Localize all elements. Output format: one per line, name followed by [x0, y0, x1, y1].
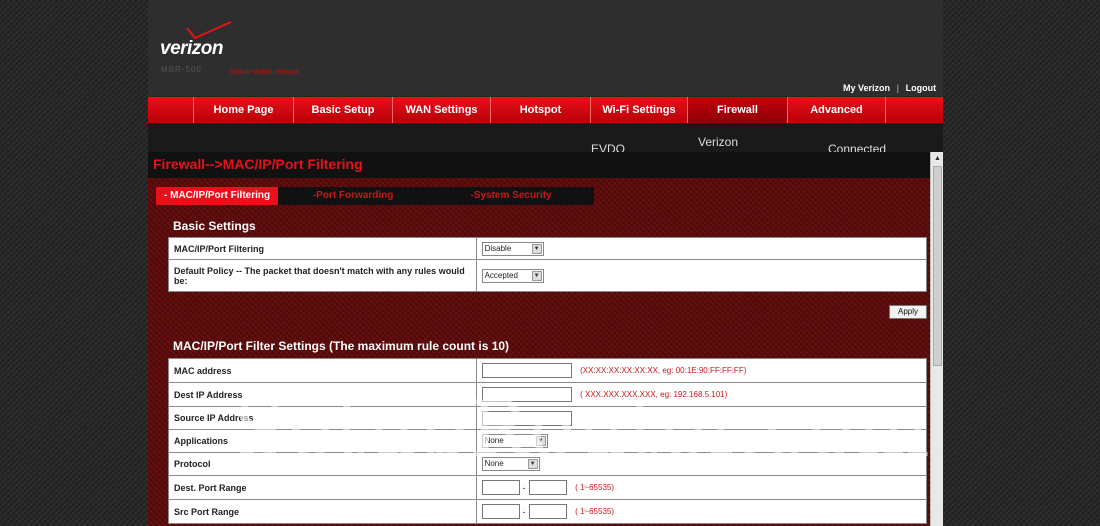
nav-firewall[interactable]: Firewall	[688, 97, 788, 123]
mac-address-cell: (XX:XX:XX:XX:XX:XX, eg: 00:1E:90:FF:FF:F…	[475, 358, 928, 383]
main-nav: Home Page Basic Setup WAN Settings Hotsp…	[148, 97, 943, 123]
default-policy-select-value: Accepted	[484, 270, 518, 280]
table-row: Dest. Port Range - ( 1~65535)	[168, 475, 928, 500]
basic-settings-title: Basic Settings	[173, 219, 256, 233]
table-row: Dest IP Address ( XXX.XXX.XXX.XXX, eg: 1…	[168, 382, 928, 407]
nav-basic-setup[interactable]: Basic Setup	[294, 97, 393, 123]
status-strip: EVDO Verizon Connected	[148, 123, 943, 153]
applications-label: Applications	[168, 429, 477, 453]
protocol-select-value: None	[484, 459, 504, 468]
table-row: Applications None ▼	[168, 429, 928, 453]
tab-port-forwarding[interactable]: -Port Forwarding	[278, 187, 428, 205]
dest-port-hint: ( 1~65535)	[575, 483, 615, 492]
tab-mac-ip-port-filtering[interactable]: - MAC/IP/Port Filtering	[156, 187, 279, 205]
dest-ip-hint: ( XXX.XXX.XXX.XXX, eg: 192.168.5.101)	[580, 390, 728, 399]
mac-address-label: MAC address	[168, 358, 477, 383]
src-port-hint: ( 1~65535)	[575, 507, 615, 516]
tab-system-security[interactable]: -System Security	[428, 187, 594, 205]
filtering-label: MAC/IP/Port Filtering	[168, 237, 477, 260]
src-port-end-input[interactable]	[528, 504, 567, 519]
dest-ip-cell: ( XXX.XXX.XXX.XXX, eg: 192.168.5.101)	[475, 382, 928, 407]
applications-cell: None ▼	[475, 429, 928, 453]
nav-lead-spacer	[148, 97, 194, 123]
basic-settings-table: MAC/IP/Port Filtering Disable ▼ Default …	[168, 237, 928, 292]
dest-ip-input[interactable]	[481, 387, 572, 402]
apply-button[interactable]: Apply	[889, 305, 927, 319]
nav-advanced[interactable]: Advanced	[788, 97, 886, 123]
nav-home-page[interactable]: Home Page	[194, 97, 294, 123]
dest-ip-label: Dest IP Address	[168, 382, 477, 407]
brand-model: MBR-500	[161, 65, 202, 74]
nav-hotspot[interactable]: Hotspot	[491, 97, 591, 123]
nav-wifi-settings[interactable]: Wi-Fi Settings	[591, 97, 688, 123]
mac-address-input[interactable]	[481, 363, 572, 378]
dest-port-end-input[interactable]	[528, 480, 567, 495]
src-port-range-cell: - ( 1~65535)	[475, 499, 928, 524]
dest-port-range-label: Dest. Port Range	[168, 475, 477, 500]
filtering-value-cell: Disable ▼	[475, 237, 928, 260]
protocol-select[interactable]: None ▼	[481, 457, 540, 471]
link-separator: |	[896, 83, 900, 93]
dest-port-range-cell: - ( 1~65535)	[475, 475, 928, 500]
table-row: MAC address (XX:XX:XX:XX:XX:XX, eg: 00:1…	[168, 358, 928, 383]
chevron-down-icon: ▼	[531, 270, 542, 281]
protocol-cell: None ▼	[475, 452, 928, 476]
page-title: Firewall-->MAC/IP/Port Filtering	[153, 156, 363, 172]
filtering-select-value: Disable	[484, 243, 512, 253]
scroll-thumb[interactable]	[933, 166, 942, 366]
nav-wan-settings[interactable]: WAN Settings	[393, 97, 491, 123]
source-ip-input[interactable]	[481, 410, 572, 426]
top-links: My Verizon | Logout	[843, 83, 936, 93]
scroll-up-icon[interactable]: ▲	[933, 154, 942, 163]
applications-select-value: None	[484, 436, 504, 445]
table-row: MAC/IP/Port Filtering Disable ▼	[168, 237, 928, 260]
my-verizon-link[interactable]: My Verizon	[843, 83, 890, 93]
vertical-scrollbar[interactable]: ▲	[930, 152, 943, 526]
table-row: Src Port Range - ( 1~65535)	[168, 499, 928, 524]
range-dash: -	[522, 506, 526, 517]
source-ip-label: Source IP Address	[168, 406, 477, 430]
default-policy-label: Default Policy -- The packet that doesn'…	[168, 259, 477, 292]
header-area	[148, 0, 943, 96]
default-policy-select[interactable]: Accepted ▼	[481, 268, 544, 283]
source-ip-cell	[475, 406, 928, 430]
range-dash: -	[522, 482, 526, 493]
filtering-select[interactable]: Disable ▼	[481, 241, 544, 256]
dest-port-start-input[interactable]	[481, 480, 520, 495]
chevron-down-icon: ▼	[535, 436, 546, 446]
filter-settings-table: MAC address (XX:XX:XX:XX:XX:XX, eg: 00:1…	[168, 358, 928, 524]
checkmark-icon	[186, 21, 232, 40]
mac-address-hint: (XX:XX:XX:XX:XX:XX, eg: 00:1E:90:FF:FF:F…	[580, 366, 747, 375]
subtabs: - MAC/IP/Port Filtering -Port Forwarding…	[156, 187, 594, 205]
table-row: Protocol None ▼	[168, 452, 928, 476]
verizon-logo: verizon	[160, 21, 232, 60]
src-port-start-input[interactable]	[481, 504, 520, 519]
chevron-down-icon: ▼	[527, 459, 538, 469]
table-row: Source IP Address	[168, 406, 928, 430]
src-port-range-label: Src Port Range	[168, 499, 477, 524]
status-carrier: Verizon	[698, 135, 739, 149]
applications-select[interactable]: None ▼	[481, 434, 548, 448]
table-row: Default Policy -- The packet that doesn'…	[168, 259, 928, 292]
filter-settings-title: MAC/IP/Port Filter Settings (The maximum…	[173, 339, 510, 353]
default-policy-value-cell: Accepted ▼	[475, 259, 928, 292]
brand-subtitle: Global Mobile Hotspot	[230, 69, 299, 76]
protocol-label: Protocol	[168, 452, 477, 476]
chevron-down-icon: ▼	[531, 243, 542, 254]
content-panel: Firewall-->MAC/IP/Port Filtering ▲ - MAC…	[148, 152, 943, 526]
logout-link[interactable]: Logout	[906, 83, 937, 93]
